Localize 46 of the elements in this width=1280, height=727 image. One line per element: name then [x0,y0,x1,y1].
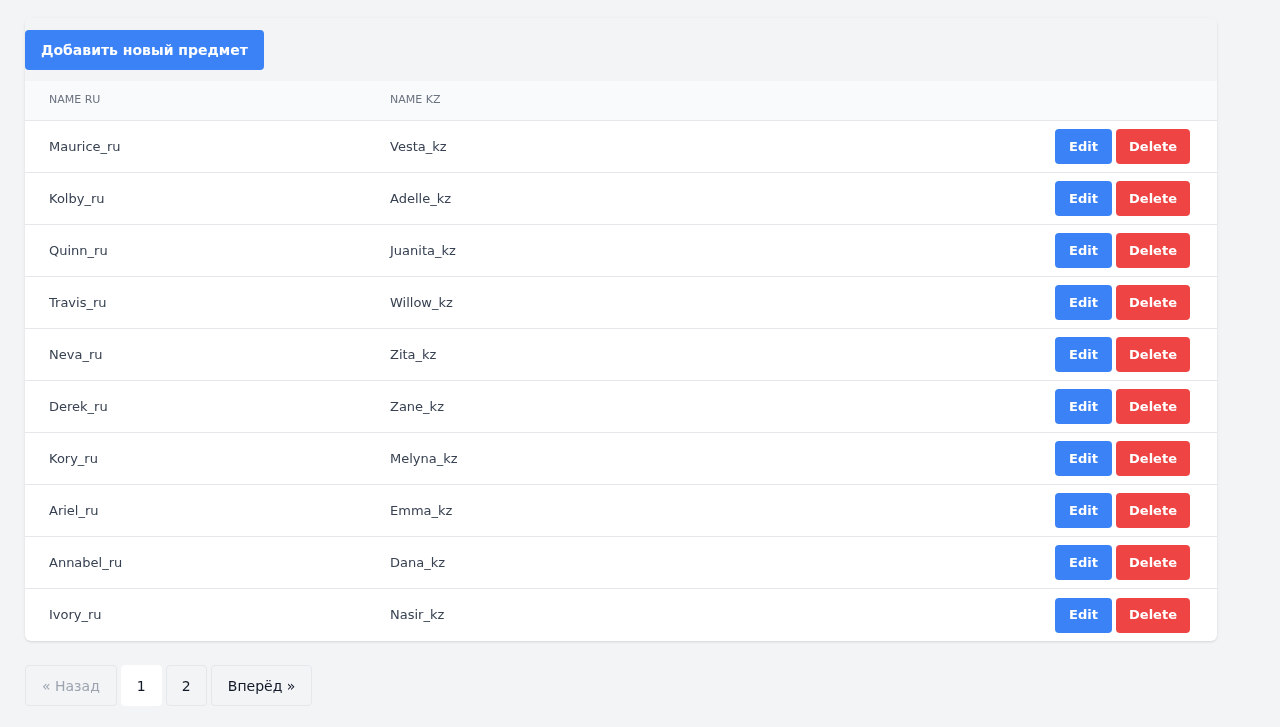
table-cell-text: Quinn_ru [48,241,109,260]
delete-button[interactable]: Delete [1116,389,1190,424]
edit-button[interactable]: Edit [1055,129,1112,164]
table-cell-text: Kory_ru [48,449,99,468]
delete-button[interactable]: Delete [1116,181,1190,216]
edit-button[interactable]: Edit [1055,493,1112,528]
delete-button[interactable]: Delete [1116,597,1190,633]
delete-button[interactable]: Delete [1116,233,1190,268]
table-cell-text: Adelle_kz [390,189,452,208]
table-cell-text: Maurice_ru [48,137,122,156]
table-cell-text: Willow_kz [390,293,454,312]
table-cell-text: Kolby_ru [48,189,106,208]
edit-button[interactable]: Edit [1055,337,1112,372]
table-cell-text: Vesta_kz [390,137,448,156]
delete-button[interactable]: Delete [1116,129,1190,164]
table-cell-text: Travis_ru [48,293,108,312]
column-header: NAME RU [48,92,102,109]
edit-button[interactable]: Edit [1055,233,1112,268]
delete-button[interactable]: Delete [1116,493,1190,528]
table-cell-text: Dana_kz [390,553,447,572]
page-button[interactable]: 1 [120,665,162,706]
delete-button[interactable]: Delete [1116,285,1190,320]
delete-button[interactable]: Delete [1116,441,1190,476]
table-cell-text: Neva_ru [48,345,104,364]
page-button[interactable]: 2 [165,665,207,706]
table-cell-text: Juanita_kz [390,241,457,260]
table-cell-text: Nasir_kz [390,606,446,625]
table-cell-text: Zita_kz [390,345,438,364]
edit-button[interactable]: Edit [1055,441,1112,476]
delete-button[interactable]: Delete [1116,337,1190,372]
next-page-button[interactable]: Вперёд » [210,665,313,706]
edit-button[interactable]: Edit [1055,597,1112,633]
add-item-button[interactable]: Добавить новый предмет [25,30,264,70]
table-cell-text: Melyna_kz [390,449,459,468]
edit-button[interactable]: Edit [1055,545,1112,580]
edit-button[interactable]: Edit [1055,389,1112,424]
column-header: NAME KZ [390,92,441,109]
table-cell-text: Annabel_ru [48,553,124,572]
table-cell-text: Zane_kz [390,397,445,416]
table-cell-text: Emma_kz [390,501,454,520]
table-cell-text: Ariel_ru [48,501,100,520]
table-cell-text: Ivory_ru [48,606,103,625]
table-cell-text: Derek_ru [48,397,109,416]
edit-button[interactable]: Edit [1055,181,1112,216]
edit-button[interactable]: Edit [1055,285,1112,320]
delete-button[interactable]: Delete [1116,545,1190,580]
